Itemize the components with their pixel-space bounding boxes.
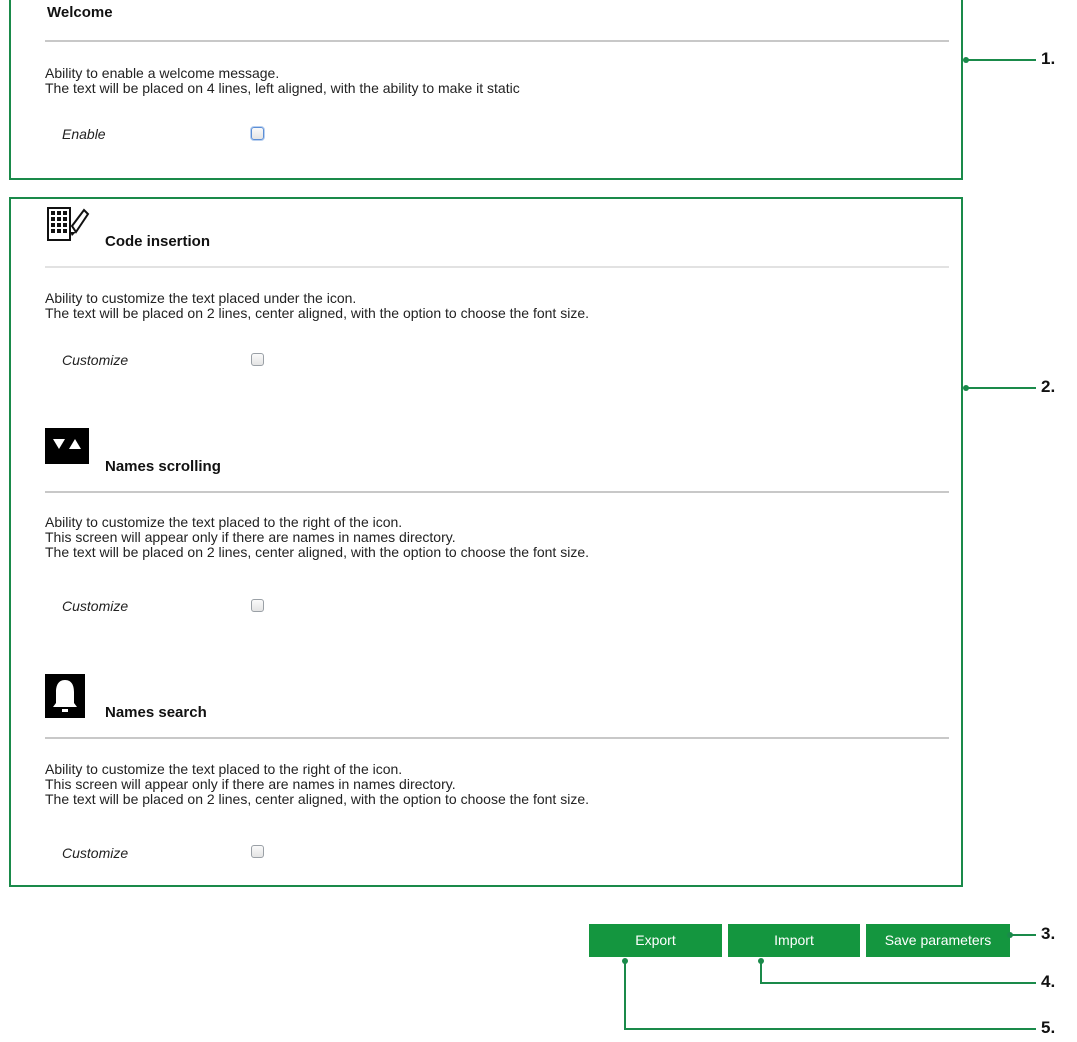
- export-button[interactable]: Export: [589, 924, 722, 957]
- names-scrolling-divider: [45, 491, 949, 493]
- callout-4-label: 4.: [1041, 972, 1056, 991]
- enable-checkbox[interactable]: [251, 127, 264, 140]
- welcome-description: Ability to enable a welcome message. The…: [45, 65, 520, 96]
- callout-5-label: 5.: [1041, 1018, 1056, 1037]
- code-insertion-title: Code insertion: [105, 233, 211, 250]
- callout-2-label: 2.: [1041, 377, 1056, 396]
- code-insertion-description: Ability to customize the text placed und…: [45, 290, 589, 321]
- bell-icon: [45, 674, 85, 718]
- code-insertion-customize-label: Customize: [62, 352, 129, 368]
- callout-2-line: [966, 387, 1036, 389]
- callout-1-line: [966, 59, 1036, 61]
- callout-3-label: 3.: [1041, 924, 1056, 943]
- names-search-customize-label: Customize: [62, 845, 129, 861]
- names-search-description: Ability to customize the text placed to …: [45, 761, 589, 807]
- code-insertion-customize-checkbox[interactable]: [251, 353, 264, 366]
- names-search-divider: [45, 737, 949, 739]
- names-search-customize-checkbox[interactable]: [251, 845, 264, 858]
- callout-4-vline: [760, 961, 762, 984]
- enable-label: Enable: [62, 126, 106, 142]
- scroll-arrows-icon: [45, 428, 89, 464]
- save-parameters-button[interactable]: Save parameters: [866, 924, 1010, 957]
- welcome-title: Welcome: [47, 4, 113, 21]
- callout-3-line: [1010, 934, 1036, 936]
- callout-4-hline: [760, 982, 1036, 984]
- callout-5-hline: [624, 1028, 1036, 1030]
- names-scrolling-customize-label: Customize: [62, 598, 129, 614]
- welcome-divider: [45, 40, 949, 42]
- code-insertion-divider: [45, 266, 949, 268]
- callout-5-vline: [624, 961, 626, 1030]
- callout-1-label: 1.: [1041, 49, 1056, 68]
- names-scrolling-description: Ability to customize the text placed to …: [45, 514, 589, 560]
- names-search-title: Names search: [105, 704, 207, 721]
- import-button[interactable]: Import: [728, 924, 860, 957]
- names-scrolling-title: Names scrolling: [105, 458, 221, 475]
- keypad-icon: [47, 207, 90, 241]
- names-scrolling-customize-checkbox[interactable]: [251, 599, 264, 612]
